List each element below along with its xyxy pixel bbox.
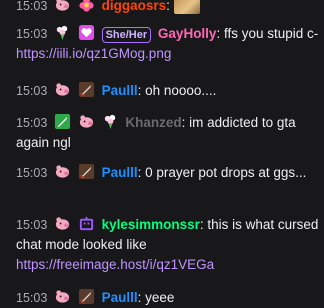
flower-badge-icon — [78, 0, 95, 13]
bouquet-badge-icon — [54, 24, 71, 41]
pig-badge-icon — [54, 0, 71, 13]
message-text: : yeee — [137, 290, 175, 305]
pig-badge-icon — [54, 163, 71, 180]
pig-badge-icon — [54, 215, 71, 232]
timestamp: 15:03 — [16, 84, 48, 98]
timestamp: 15:03 — [16, 166, 48, 180]
timestamp: 15:03 — [16, 27, 48, 41]
message-text: : 0 prayer pot drops at ggs... — [137, 165, 307, 180]
username[interactable]: Paulll — [102, 165, 138, 180]
message-link[interactable]: https://iili.io/qz1GMog.png — [16, 46, 171, 61]
timestamp: 15:03 — [16, 0, 48, 13]
username[interactable]: diggaosrs — [102, 0, 167, 13]
sword-badge-icon — [78, 163, 95, 180]
chat-message: 15:03 kylesimmonssr: this is what cursed… — [16, 215, 320, 275]
username[interactable]: GayHolly — [158, 26, 217, 41]
timestamp: 15:03 — [16, 116, 48, 130]
username[interactable]: kylesimmonssr — [102, 217, 200, 232]
sword-badge-icon — [78, 288, 95, 305]
chat-message: 15:03 diggaosrs: — [16, 0, 320, 16]
robot-badge-icon — [78, 215, 95, 232]
chat-message: 15:03 Paulll: oh noooo.... — [16, 81, 320, 101]
verified-sword-badge-icon — [54, 113, 71, 130]
message-text: : ffs you stupid c- — [216, 26, 319, 41]
timestamp: 15:03 — [16, 218, 48, 232]
chat-message: 15:03 Paulll: 0 prayer pot drops at ggs.… — [16, 163, 320, 183]
pig-badge-icon — [54, 81, 71, 98]
username[interactable]: Paulll — [102, 290, 138, 305]
timestamp: 15:03 — [16, 291, 48, 305]
pronoun-badge: She/Her — [101, 27, 152, 43]
username[interactable]: Paulll — [102, 83, 138, 98]
message-link[interactable]: https://freeimage.host/i/qz1VEGa — [16, 257, 214, 272]
bouquet-badge-icon — [102, 113, 119, 130]
chat-message: 15:03 Khanzed: im addicted to gta again … — [16, 113, 320, 153]
heart-badge-icon — [78, 24, 95, 41]
emote-image — [173, 0, 200, 14]
pig-badge-icon — [54, 288, 71, 305]
pig-badge-icon — [78, 113, 95, 130]
sword-badge-icon — [78, 81, 95, 98]
username[interactable]: Khanzed — [125, 115, 181, 130]
message-text: : oh noooo.... — [137, 83, 217, 98]
chat-message: 15:03 She/Her GayHolly: ffs you stupid c… — [16, 24, 320, 64]
chat-message: 15:03 Paulll: yeee — [16, 288, 320, 308]
